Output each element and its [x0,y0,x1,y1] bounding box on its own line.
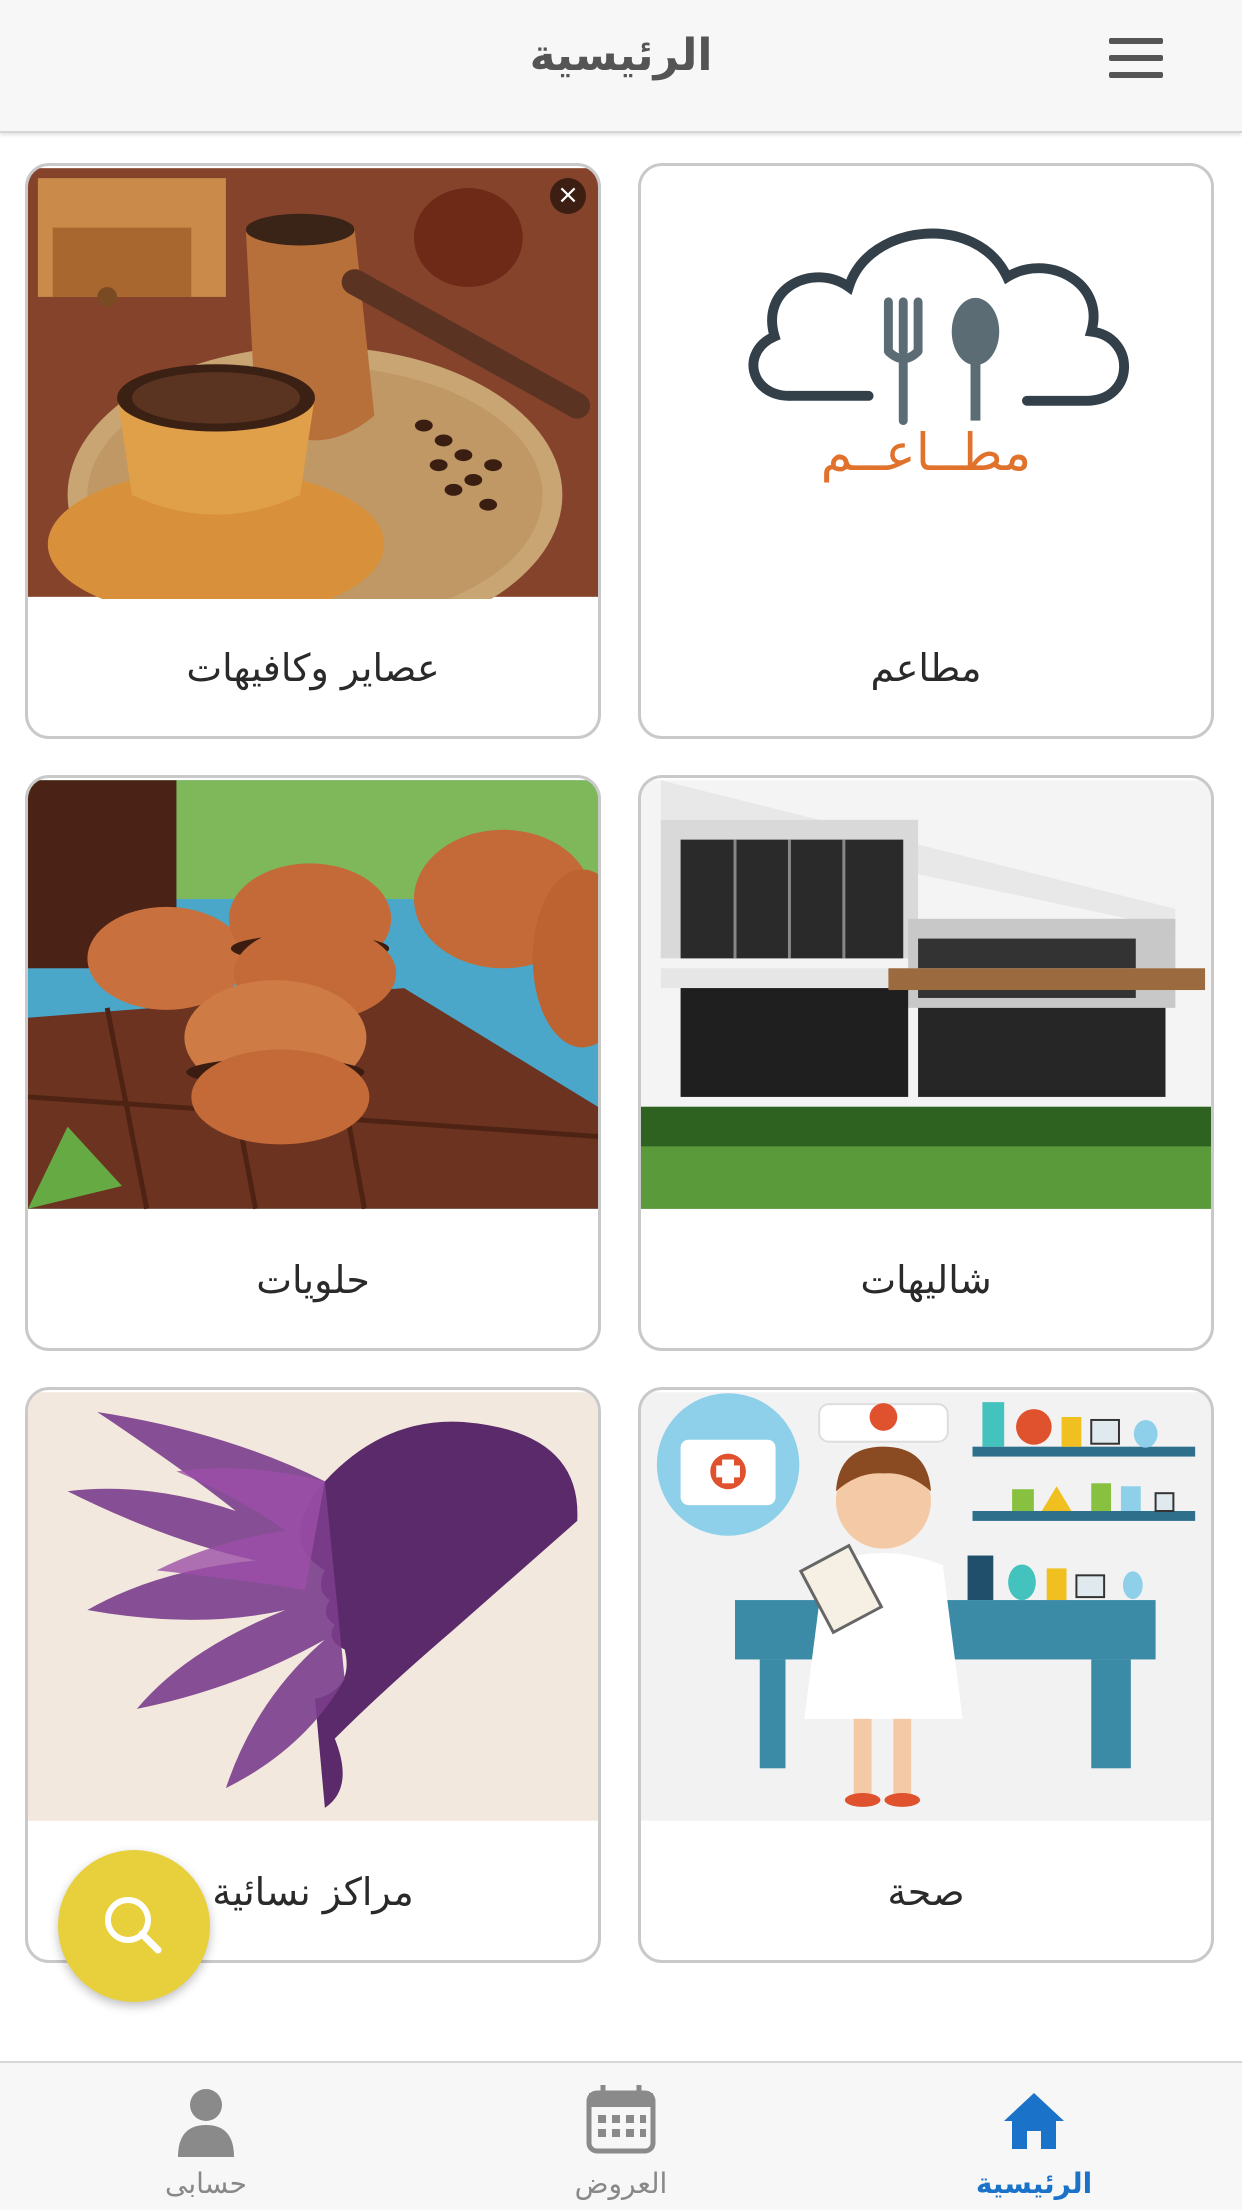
tab-label: حسابى [165,2167,247,2200]
macarons-photo [28,778,598,1211]
woman-hair-silhouette [28,1390,598,1823]
tab-offers[interactable]: العروض [471,2063,771,2210]
category-card-sweets[interactable]: حلويات [25,775,601,1351]
category-card-coffee[interactable]: × عصاير وكافيهات [25,163,601,739]
tab-account[interactable]: حسابى [56,2063,356,2210]
hamburger-menu-icon[interactable] [1100,38,1172,90]
search-icon [105,1897,162,1954]
close-icon[interactable]: × [550,178,586,214]
category-label: شاليهات [860,1257,992,1302]
tab-label: الرئيسية [975,2167,1093,2200]
restaurants-logo-text: مطــاعــم [821,423,1032,483]
restaurants-logo: مطــاعــم [641,166,1211,599]
calendar-icon [586,2085,656,2154]
category-label: عصاير وكافيهات [186,645,440,690]
category-card-chalets[interactable]: شاليهات [638,775,1214,1351]
home-icon [1004,2093,1064,2149]
tab-home[interactable]: الرئيسية [884,2063,1184,2210]
coffee-photo: × [28,166,598,599]
page-title: الرئيسية [529,30,713,81]
category-label: مطاعم [870,645,982,690]
nurse-illustration [641,1390,1211,1823]
app-header: الرئيسية [0,0,1242,133]
category-label: صحة [887,1869,965,1914]
person-icon [178,2089,234,2157]
category-card-health[interactable]: صحة [638,1387,1214,1963]
tab-label: العروض [574,2167,668,2200]
category-card-restaurants[interactable]: مطــاعــم مطاعم [638,163,1214,739]
chalet-photo [641,778,1211,1211]
bottom-tab-bar: الرئيسية العروض حسابى [0,2061,1242,2210]
search-fab-button[interactable] [58,1850,210,2002]
category-label: حلويات [256,1257,370,1302]
